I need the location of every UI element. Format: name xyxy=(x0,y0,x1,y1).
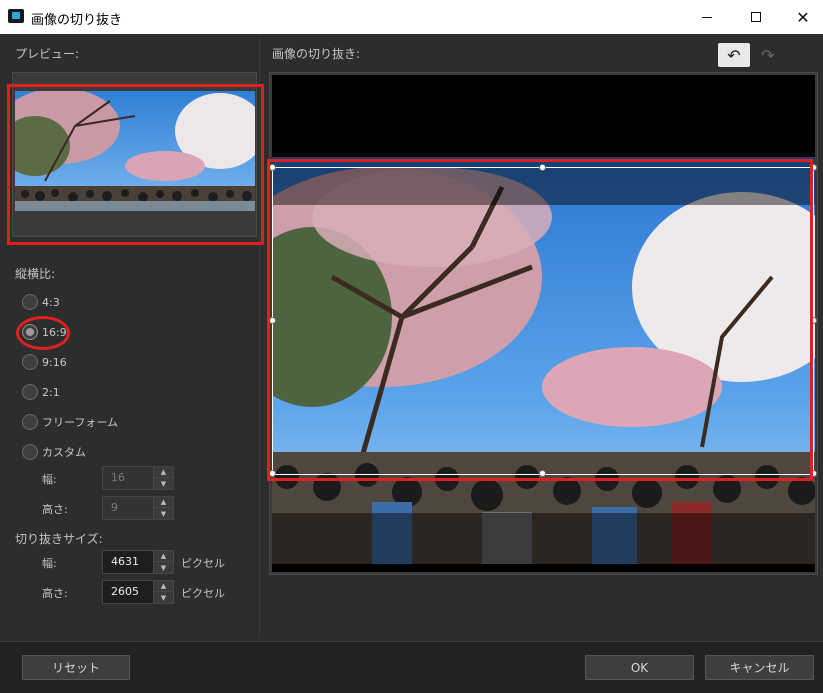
crop-size-label: 切り抜きサイズ: xyxy=(15,532,103,546)
stepper-down-icon[interactable]: ▼ xyxy=(154,592,173,603)
crop-height-stepper[interactable]: 2605 ▲ ▼ xyxy=(102,580,174,604)
aspect-option-custom[interactable]: カスタム xyxy=(22,442,86,462)
close-button[interactable]: ✕ xyxy=(780,0,823,34)
aspect-option-4-3[interactable]: 4:3 xyxy=(22,292,60,312)
stepper-down-icon[interactable]: ▼ xyxy=(154,508,173,519)
custom-width-label: 幅: xyxy=(42,473,57,486)
radio-icon[interactable] xyxy=(22,354,38,370)
stepper-up-icon[interactable]: ▲ xyxy=(154,497,173,508)
undo-button[interactable]: ↶ xyxy=(718,43,750,67)
radio-icon[interactable] xyxy=(22,414,38,430)
undo-icon: ↶ xyxy=(727,45,741,65)
crop-height-unit: ピクセル xyxy=(181,587,225,600)
close-icon: ✕ xyxy=(796,7,810,27)
maximize-icon xyxy=(751,12,761,22)
crop-width-stepper[interactable]: 4631 ▲ ▼ xyxy=(102,550,174,574)
minimize-button[interactable] xyxy=(684,0,730,34)
redo-icon: ↷ xyxy=(761,45,775,65)
settings-pane: プレビュー: 縦横比: 4:3 16:9 9:16 2:1 フリーフォーム カス… xyxy=(0,34,264,639)
minimize-icon xyxy=(702,16,712,18)
stepper-up-icon[interactable]: ▲ xyxy=(154,581,173,592)
crop-dialog: プレビュー: 縦横比: 4:3 16:9 9:16 2:1 フリーフォーム カス… xyxy=(0,34,823,693)
custom-height-label: 高さ: xyxy=(42,503,68,516)
stepper-down-icon[interactable]: ▼ xyxy=(154,562,173,573)
cancel-button[interactable]: キャンセル xyxy=(705,655,814,680)
editor-label: 画像の切り抜き: xyxy=(272,47,361,61)
stepper-up-icon[interactable]: ▲ xyxy=(154,467,173,478)
app-icon xyxy=(8,9,24,23)
stepper-up-icon[interactable]: ▲ xyxy=(154,551,173,562)
reset-button[interactable]: リセット xyxy=(22,655,130,680)
preview-highlight xyxy=(7,84,264,245)
radio-icon[interactable] xyxy=(22,444,38,460)
redo-button[interactable]: ↷ xyxy=(752,43,784,67)
aspect-ratio-label: 縦横比: xyxy=(15,267,56,281)
crop-height-label: 高さ: xyxy=(42,587,68,600)
ok-button[interactable]: OK xyxy=(585,655,694,680)
custom-width-stepper[interactable]: 16 ▲ ▼ xyxy=(102,466,174,490)
stepper-down-icon[interactable]: ▼ xyxy=(154,478,173,489)
radio-icon[interactable] xyxy=(22,294,38,310)
window-title: 画像の切り抜き xyxy=(31,13,123,28)
aspect-option-9-16[interactable]: 9:16 xyxy=(22,352,67,372)
preview-label: プレビュー: xyxy=(15,47,80,61)
crop-highlight xyxy=(267,159,813,481)
crop-width-label: 幅: xyxy=(42,557,57,570)
aspect-option-2-1[interactable]: 2:1 xyxy=(22,382,60,402)
custom-height-stepper[interactable]: 9 ▲ ▼ xyxy=(102,496,174,520)
radio-icon[interactable] xyxy=(22,384,38,400)
crop-width-unit: ピクセル xyxy=(181,557,225,570)
aspect-option-freeform[interactable]: フリーフォーム xyxy=(22,412,118,432)
dialog-footer: リセット OK キャンセル xyxy=(0,641,823,693)
title-bar: 画像の切り抜き ✕ xyxy=(0,0,823,34)
maximize-button[interactable] xyxy=(733,0,779,34)
radio-highlight xyxy=(16,316,70,350)
